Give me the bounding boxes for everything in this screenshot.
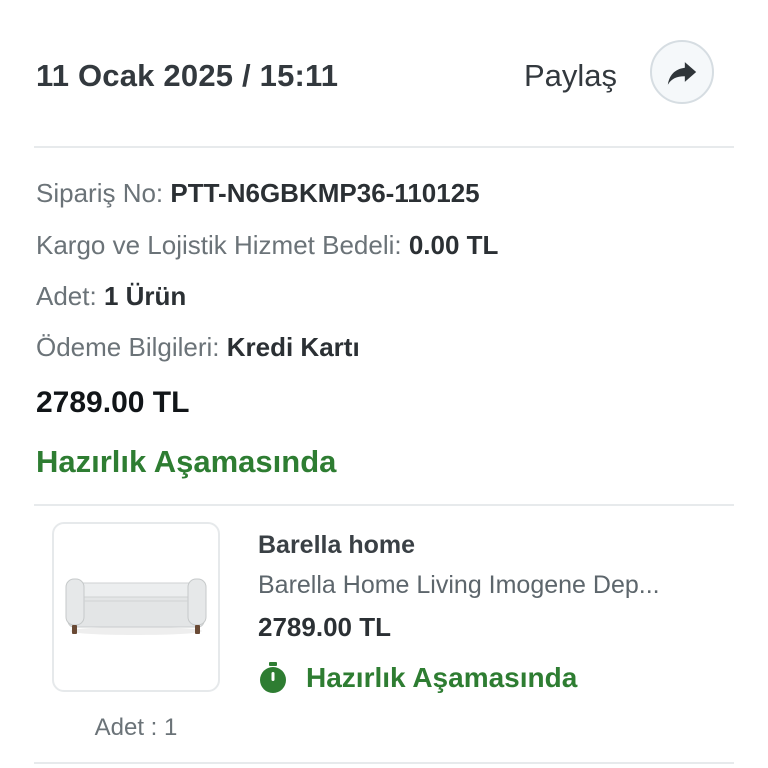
- order-status: Hazırlık Aşamasında: [36, 444, 337, 479]
- item-brand: Barella home: [258, 531, 416, 559]
- order-header: 11 Ocak 2025 / 15:11 Paylaş: [0, 0, 768, 148]
- share-arrow-icon: [667, 62, 697, 85]
- product-image-card[interactable]: [52, 522, 220, 692]
- item-price: 2789.00 TL: [258, 612, 391, 642]
- details-divider: [34, 504, 734, 506]
- item-status-row: Hazırlık Aşamasında: [258, 658, 577, 698]
- quantity-value: 1 Ürün: [103, 281, 187, 311]
- order-total: 2789.00 TL: [36, 386, 190, 419]
- order-number-value: PTT-N6GBKMP36-110125: [170, 178, 480, 208]
- item-quantity: Adet : 1: [94, 714, 178, 741]
- quantity-row: Adet: 1 Ürün: [36, 279, 186, 313]
- bottom-divider: [34, 762, 734, 764]
- item-name-link[interactable]: Barella Home Living Imogene Dep...: [258, 568, 718, 602]
- quantity-label: Adet:: [36, 281, 97, 311]
- header-divider: [34, 146, 734, 148]
- payment-label: Ödeme Bilgileri:: [36, 332, 220, 362]
- stopwatch-icon: [260, 662, 286, 693]
- order-number-row: Sipariş No: PTT-N6GBKMP36-110125: [36, 176, 480, 210]
- order-number-label: Sipariş No:: [36, 178, 164, 208]
- shipping-fee-value: 0.00 TL: [408, 230, 499, 260]
- storage-bench-product-image: [65, 578, 207, 635]
- shipping-fee-label: Kargo ve Lojistik Hizmet Bedeli:: [36, 230, 402, 260]
- share-button[interactable]: [650, 40, 714, 104]
- payment-row: Ödeme Bilgileri: Kredi Kartı: [36, 330, 360, 364]
- shipping-fee-row: Kargo ve Lojistik Hizmet Bedeli: 0.00 TL: [36, 228, 498, 262]
- order-date-time: 11 Ocak 2025 / 15:11: [36, 58, 339, 93]
- item-status-text: Hazırlık Aşamasında: [306, 662, 578, 693]
- payment-value: Kredi Kartı: [226, 332, 360, 362]
- share-label[interactable]: Paylaş: [524, 56, 617, 96]
